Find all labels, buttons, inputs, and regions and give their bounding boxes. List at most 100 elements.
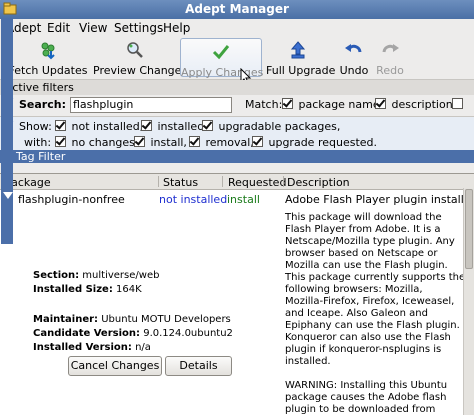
status-cell: not installed	[159, 193, 228, 206]
redo-label: Redo	[376, 64, 404, 77]
menu-bar: Adept Edit View Settings Help	[0, 19, 474, 37]
tag-filter-bar[interactable]: Tag Filter	[0, 150, 474, 163]
description-line: browser based on Netscape or	[285, 248, 438, 259]
description-line: following browsers: Mozilla,	[285, 284, 423, 295]
match-more-option[interactable]	[452, 98, 465, 111]
description-line: Mozilla-Firefox, Firefox, Iceweasel,	[285, 296, 455, 307]
fetch-updates-label: Fetch Updates	[8, 64, 88, 77]
description-line: plugin if konqueror-nsplugins is	[285, 344, 442, 355]
cancel-changes-button[interactable]: Cancel Changes	[68, 356, 162, 376]
column-separator[interactable]	[283, 176, 284, 187]
toolbar: Fetch Updates Preview Changes Apply Chan…	[0, 37, 474, 80]
requested-cell: install	[227, 193, 260, 206]
column-separator[interactable]	[222, 176, 223, 187]
installed-version-detail-value: n/a	[135, 342, 151, 353]
description-line: plugin to be downloaded from	[285, 404, 436, 415]
match-package-name-checkbox[interactable]	[282, 98, 293, 109]
full-upgrade-button[interactable]: Full Upgrade	[266, 37, 336, 78]
show-installed-option[interactable]: installed,	[141, 120, 208, 133]
preview-changes-icon	[127, 42, 143, 58]
active-filters-label: Active filters	[5, 81, 74, 94]
with-removal-label: removal,	[205, 136, 254, 149]
show-label: Show:	[19, 120, 52, 133]
show-not-installed-checkbox[interactable]	[55, 120, 66, 131]
description-line: installed.	[285, 356, 331, 367]
menu-settings[interactable]: Settings	[114, 21, 163, 35]
col-description[interactable]: Description	[287, 176, 350, 189]
description-line: package causes the Adobe flash	[285, 392, 447, 403]
show-not-installed-option[interactable]: not installed,	[55, 120, 143, 133]
show-upgradable-checkbox[interactable]	[202, 120, 213, 131]
redo-button[interactable]: Redo	[374, 37, 406, 78]
maintainer-detail-value: Ubuntu MOTU Developers	[101, 314, 231, 325]
candidate-version-detail-label: Candidate Version:	[33, 328, 141, 339]
maintainer-detail: Maintainer: Ubuntu MOTU Developers	[33, 314, 231, 325]
search-input[interactable]: flashplugin	[70, 97, 232, 113]
show-not-installed-label: not installed,	[71, 120, 144, 133]
menu-help[interactable]: Help	[163, 21, 190, 35]
maintainer-detail-label: Maintainer:	[33, 314, 99, 325]
show-installed-checkbox[interactable]	[141, 120, 152, 131]
title-bar: Adept Manager	[0, 0, 474, 19]
section-detail: Section: multiverse/web	[33, 270, 159, 281]
installed-size-detail: Installed Size: 164K	[33, 284, 142, 295]
match-more-checkbox[interactable]	[452, 98, 463, 109]
with-no-changes-option[interactable]: no changes,	[55, 136, 138, 149]
with-install-option[interactable]: install,	[134, 136, 187, 149]
description-summary-cell: Adobe Flash Player plugin installer	[285, 193, 474, 206]
undo-label: Undo	[339, 64, 369, 77]
menu-edit[interactable]: Edit	[47, 21, 70, 35]
description-line: WARNING: Installing this Ubuntu	[285, 380, 448, 391]
with-no-changes-checkbox[interactable]	[55, 136, 66, 147]
match-package-name-label: package name,	[298, 98, 384, 111]
description-line: Konqueror can also use the Flash	[285, 332, 451, 343]
with-removal-option[interactable]: removal,	[189, 136, 254, 149]
match-label: Match:	[245, 98, 283, 111]
installed-size-detail-value: 164K	[116, 284, 142, 295]
with-no-changes-label: no changes,	[71, 136, 139, 149]
col-requested[interactable]: Requested	[228, 176, 286, 189]
row-expand-icon[interactable]	[3, 192, 13, 200]
show-filter-group: V Show: not installed, installed, upgrad…	[0, 116, 474, 151]
match-description-checkbox[interactable]	[375, 98, 386, 109]
match-description-option[interactable]: description,	[375, 98, 456, 111]
section-detail-value: multiverse/web	[82, 270, 160, 281]
description-line: This package currently supports the	[285, 272, 466, 283]
match-description-label: description,	[391, 98, 457, 111]
tag-filter-label: Tag Filter	[16, 150, 66, 163]
with-label: with:	[24, 136, 52, 149]
column-separator[interactable]	[158, 176, 159, 187]
undo-icon	[345, 44, 362, 53]
show-upgradable-option[interactable]: upgradable packages,	[202, 120, 340, 133]
description-line: This package will download the	[285, 212, 442, 223]
with-removal-checkbox[interactable]	[189, 136, 200, 147]
full-upgrade-icon	[290, 41, 306, 59]
search-label: Search:	[19, 98, 66, 111]
preview-changes-button[interactable]: Preview Changes	[93, 37, 188, 78]
vertical-scrollbar[interactable]	[463, 188, 474, 415]
preview-changes-label: Preview Changes	[93, 64, 188, 77]
with-upgrade-checkbox[interactable]	[252, 136, 263, 147]
menu-view[interactable]: View	[79, 21, 107, 35]
fetch-updates-button[interactable]: Fetch Updates	[8, 37, 88, 78]
window-title: Adept Manager	[185, 2, 289, 16]
description-line: Flash Player from Adobe. It is a	[285, 224, 441, 235]
col-status[interactable]: Status	[163, 176, 198, 189]
checkmark-icon	[212, 45, 230, 60]
description-line: Epiphany can use the Flash plugin.	[285, 320, 460, 331]
redo-icon	[382, 44, 399, 53]
section-detail-label: Section:	[33, 270, 80, 281]
match-package-name-option[interactable]: package name,	[282, 98, 383, 111]
with-upgrade-option[interactable]: upgrade requested.	[252, 136, 377, 149]
undo-button[interactable]: Undo	[337, 37, 371, 78]
description-line: Mozilla can use the Flash plugin.	[285, 260, 448, 271]
description-line: and Iceape. Also Galeon and	[285, 308, 428, 319]
scrollbar-thumb[interactable]	[465, 189, 473, 269]
full-upgrade-label: Full Upgrade	[266, 64, 336, 77]
package-name-cell[interactable]: flashplugin-nonfree	[18, 193, 125, 206]
with-upgrade-label: upgrade requested.	[268, 136, 378, 149]
show-installed-label: installed,	[157, 120, 208, 133]
installed-version-detail: Installed Version: n/a	[33, 342, 151, 353]
with-install-checkbox[interactable]	[134, 136, 145, 147]
details-button[interactable]: Details	[165, 356, 232, 376]
